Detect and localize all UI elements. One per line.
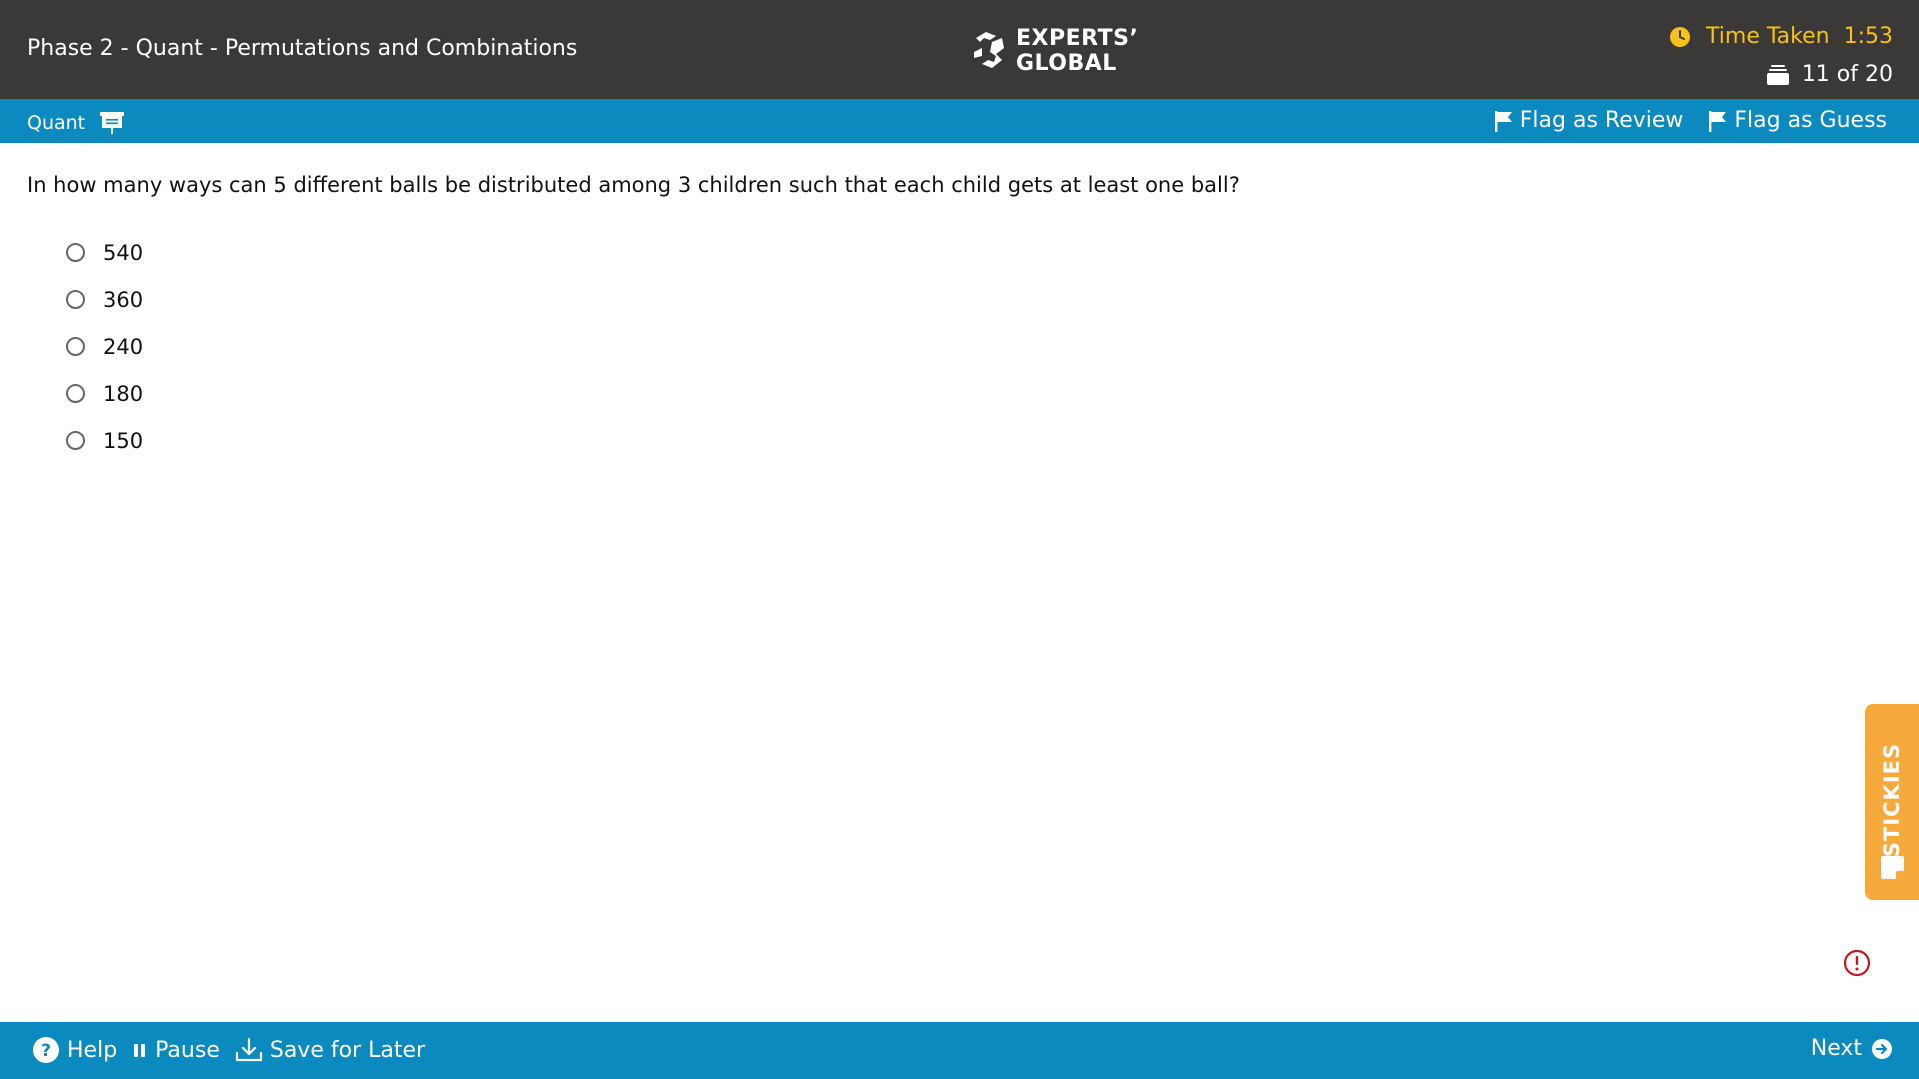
radio-button[interactable] [66,431,85,450]
experts-global-logo: EXPERTS’ GLOBAL [970,26,1138,76]
radio-button[interactable] [66,384,85,403]
logo-line-2: GLOBAL [1016,51,1117,76]
pause-icon [134,1044,146,1057]
flag-as-review-button[interactable]: Flag as Review [1494,108,1684,133]
radio-button[interactable] [66,243,85,262]
answer-option[interactable]: 360 [66,276,143,323]
time-taken-label: Time Taken [1706,24,1830,49]
logo-line-1: EXPERTS’ [1016,26,1139,51]
pause-button[interactable]: Pause [132,1038,220,1063]
help-label: Help [67,1037,118,1063]
option-label: 180 [103,381,144,406]
flag-icon [1709,110,1727,132]
arrow-right-circle-icon [1872,1038,1892,1059]
sticky-note-icon [1881,856,1904,879]
flag-actions: Flag as Review Flag as Guess [1494,108,1887,133]
section-indicator: Quant [27,110,125,136]
whiteboard-icon[interactable] [99,110,125,136]
footer-tools: ? Help Pause Save for Later [32,1036,425,1064]
option-label: 150 [103,428,144,453]
logo-mark-icon [974,32,1004,68]
flag-icon [1494,110,1512,132]
question-text: In how many ways can 5 different balls b… [27,173,1240,197]
question-progress: 11 of 20 [1801,62,1893,87]
answer-option[interactable]: 540 [66,229,143,276]
flag-as-guess-button[interactable]: Flag as Guess [1708,108,1887,133]
next-label: Next [1810,1036,1862,1061]
section-label: Quant [27,112,86,134]
logo-text: EXPERTS’ GLOBAL [1016,26,1138,76]
section-bar: Quant Flag as Review Flag as Guess [0,99,1919,143]
top-header: Phase 2 - Quant - Permutations and Combi… [0,0,1919,99]
stickies-label: STICKIES [1880,742,1904,858]
answer-option[interactable]: 150 [66,417,143,464]
option-label: 240 [103,334,144,359]
stickies-tab[interactable]: STICKIES [1865,704,1919,900]
save-for-later-button[interactable]: Save for Later [235,1037,425,1063]
answer-option[interactable]: 180 [66,370,143,417]
svg-text:?: ? [41,1041,51,1061]
time-taken-value: 1:53 [1843,24,1893,49]
option-label: 360 [103,287,144,312]
question-stack-icon [1766,64,1789,85]
radio-button[interactable] [66,337,85,356]
clock-icon [1670,26,1691,47]
download-icon [235,1037,262,1062]
flag-as-review-label: Flag as Review [1519,108,1684,133]
radio-button[interactable] [66,290,85,309]
help-icon: ? [33,1037,59,1063]
answer-options: 540 360 240 180 150 [66,229,143,464]
save-for-later-label: Save for Later [269,1037,426,1063]
question-counter: 11 of 20 [1766,62,1893,87]
next-button[interactable]: Next [1811,1036,1893,1061]
pause-label: Pause [155,1037,220,1063]
time-taken: Time Taken 1:53 [1669,24,1893,49]
help-button[interactable]: ? Help [32,1036,117,1064]
flag-as-guess-label: Flag as Guess [1734,108,1887,133]
answer-option[interactable]: 240 [66,323,143,370]
bottom-toolbar: ? Help Pause Save for Later Next [0,1022,1919,1079]
option-label: 540 [103,240,144,265]
page-title: Phase 2 - Quant - Permutations and Combi… [27,36,578,61]
report-issue-icon[interactable] [1843,949,1871,977]
